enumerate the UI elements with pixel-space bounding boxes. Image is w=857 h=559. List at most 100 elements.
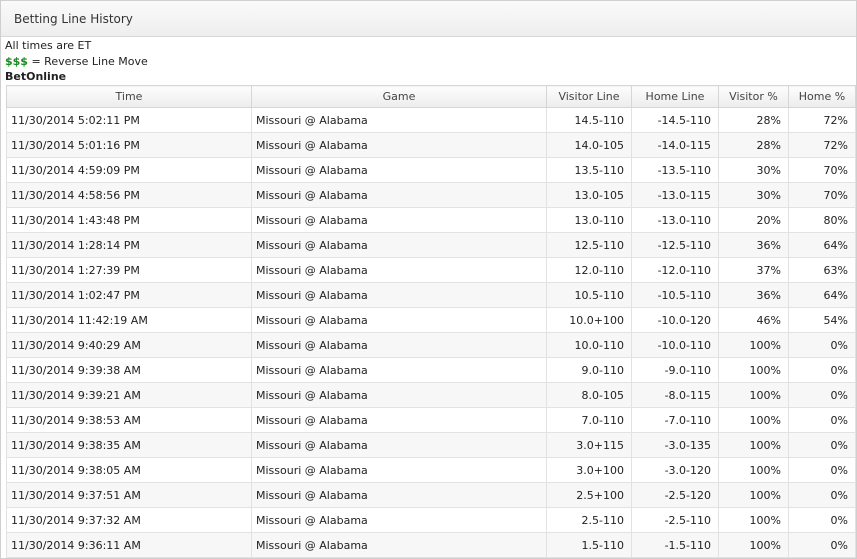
home-pct-cell: 0% [788,332,856,358]
time-cell: 11/30/2014 4:59:09 PM [6,157,252,183]
visitor-pct-cell: 36% [718,232,789,258]
home-line-cell: -2.5-120 [631,482,719,508]
game-cell: Missouri @ Alabama [251,407,547,433]
home-line-cell: -13.5-110 [631,157,719,183]
time-cell: 11/30/2014 1:02:47 PM [6,282,252,308]
window-titlebar: Betting Line History [1,1,856,37]
line-history-table: Time Game Visitor Line Home Line Visitor… [6,85,856,558]
visitor-pct-cell: 100% [718,432,789,458]
visitor-pct-cell: 46% [718,307,789,333]
table-row: 11/30/2014 1:02:47 PM Missouri @ Alabama 1… [6,282,856,308]
visitor-line-cell: 10.0-110 [546,332,632,358]
column-header-visitor-line[interactable]: Visitor Line [546,85,632,108]
time-cell: 11/30/2014 9:36:11 AM [6,532,252,558]
time-cell: 11/30/2014 9:38:35 AM [6,432,252,458]
visitor-pct-cell: 30% [718,157,789,183]
table-row: 11/30/2014 5:01:16 PM Missouri @ Alabama 1… [6,132,856,158]
home-pct-cell: 54% [788,307,856,333]
column-header-time[interactable]: Time [6,85,252,108]
home-pct-cell: 70% [788,157,856,183]
reverse-line-move-symbol: $$$ [5,55,28,68]
visitor-line-cell: 2.5-110 [546,507,632,533]
home-pct-cell: 0% [788,382,856,408]
visitor-pct-cell: 20% [718,207,789,233]
visitor-line-cell: 12.0-110 [546,257,632,283]
column-header-home-pct[interactable]: Home % [788,85,856,108]
game-cell: Missouri @ Alabama [251,457,547,483]
game-cell: Missouri @ Alabama [251,132,547,158]
visitor-line-cell: 13.5-110 [546,157,632,183]
home-pct-cell: 70% [788,182,856,208]
home-line-cell: -9.0-110 [631,357,719,383]
home-pct-cell: 0% [788,507,856,533]
time-cell: 11/30/2014 1:28:14 PM [6,232,252,258]
visitor-line-cell: 1.5-110 [546,532,632,558]
home-pct-cell: 64% [788,282,856,308]
home-line-cell: -14.5-110 [631,107,719,133]
game-cell: Missouri @ Alabama [251,382,547,408]
home-pct-cell: 72% [788,107,856,133]
column-header-game[interactable]: Game [251,85,547,108]
visitor-line-cell: 12.5-110 [546,232,632,258]
home-line-cell: -12.0-110 [631,257,719,283]
home-line-cell: -13.0-110 [631,207,719,233]
table-row: 11/30/2014 9:39:38 AM Missouri @ Alabama 9… [6,357,856,383]
home-line-cell: -7.0-110 [631,407,719,433]
timezone-note: All times are ET [5,39,92,52]
game-cell: Missouri @ Alabama [251,282,547,308]
column-header-home-line[interactable]: Home Line [631,85,719,108]
home-line-cell: -14.0-115 [631,132,719,158]
time-cell: 11/30/2014 1:43:48 PM [6,207,252,233]
home-pct-cell: 72% [788,132,856,158]
time-cell: 11/30/2014 5:01:16 PM [6,132,252,158]
visitor-line-cell: 14.5-110 [546,107,632,133]
visitor-line-cell: 13.0-110 [546,207,632,233]
visitor-pct-cell: 100% [718,507,789,533]
visitor-line-cell: 3.0+115 [546,432,632,458]
home-line-cell: -8.0-115 [631,382,719,408]
home-line-cell: -12.5-110 [631,232,719,258]
visitor-line-cell: 2.5+100 [546,482,632,508]
visitor-pct-cell: 28% [718,132,789,158]
visitor-pct-cell: 100% [718,482,789,508]
game-cell: Missouri @ Alabama [251,332,547,358]
time-cell: 11/30/2014 4:58:56 PM [6,182,252,208]
table-row: 11/30/2014 5:02:11 PM Missouri @ Alabama 1… [6,107,856,133]
visitor-line-cell: 8.0-105 [546,382,632,408]
table-row: 11/30/2014 1:27:39 PM Missouri @ Alabama 1… [6,257,856,283]
time-cell: 11/30/2014 9:39:21 AM [6,382,252,408]
visitor-pct-cell: 100% [718,457,789,483]
game-cell: Missouri @ Alabama [251,107,547,133]
time-cell: 11/30/2014 9:39:38 AM [6,357,252,383]
table-row: 11/30/2014 4:58:56 PM Missouri @ Alabama 1… [6,182,856,208]
column-header-visitor-pct[interactable]: Visitor % [718,85,789,108]
game-cell: Missouri @ Alabama [251,532,547,558]
visitor-pct-cell: 28% [718,107,789,133]
time-cell: 11/30/2014 5:02:11 PM [6,107,252,133]
table-row: 11/30/2014 4:59:09 PM Missouri @ Alabama 1… [6,157,856,183]
time-cell: 11/30/2014 9:40:29 AM [6,332,252,358]
reverse-line-move-label: = Reverse Line Move [27,55,148,68]
home-line-cell: -10.0-120 [631,307,719,333]
game-cell: Missouri @ Alabama [251,157,547,183]
visitor-line-cell: 10.5-110 [546,282,632,308]
home-line-cell: -3.0-120 [631,457,719,483]
home-line-cell: -13.0-115 [631,182,719,208]
table-row: 11/30/2014 9:39:21 AM Missouri @ Alabama 8… [6,382,856,408]
game-cell: Missouri @ Alabama [251,482,547,508]
visitor-pct-cell: 100% [718,382,789,408]
time-cell: 11/30/2014 11:42:19 AM [6,307,252,333]
legend-note: $$$ = Reverse Line Move [5,54,856,70]
home-pct-cell: 80% [788,207,856,233]
sportsbook-name: BetOnline [5,70,67,83]
home-pct-cell: 0% [788,407,856,433]
visitor-pct-cell: 100% [718,532,789,558]
visitor-pct-cell: 30% [718,182,789,208]
time-cell: 11/30/2014 9:38:53 AM [6,407,252,433]
visitor-line-cell: 13.0-105 [546,182,632,208]
game-cell: Missouri @ Alabama [251,357,547,383]
visitor-line-cell: 14.0-105 [546,132,632,158]
visitor-pct-cell: 100% [718,407,789,433]
visitor-line-cell: 3.0+100 [546,457,632,483]
time-cell: 11/30/2014 9:37:32 AM [6,507,252,533]
